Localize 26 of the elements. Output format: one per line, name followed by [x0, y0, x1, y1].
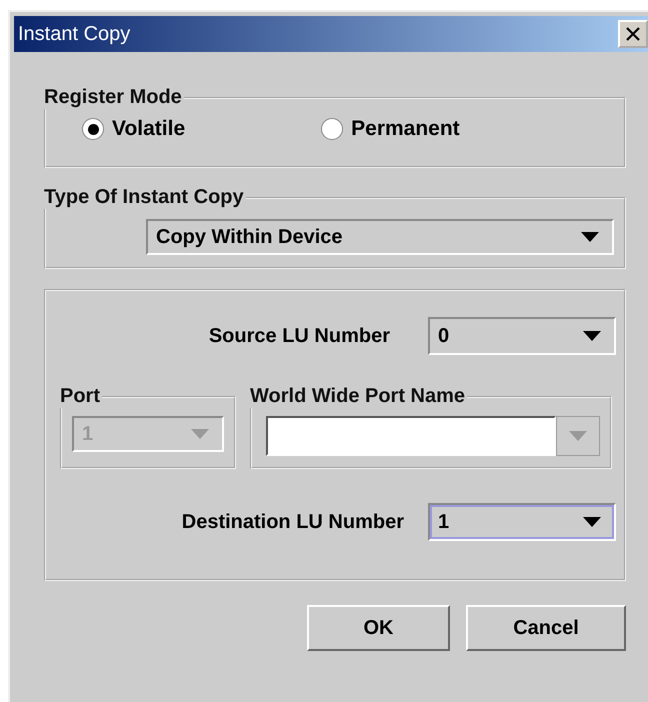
- dropdown[interactable]: Copy Within Device: [146, 219, 614, 255]
- group-label: Port: [59, 385, 101, 408]
- dropdown[interactable]: 0: [428, 317, 616, 355]
- radio-label: Volatile: [112, 117, 186, 141]
- field-label: Destination LU Number: [182, 510, 404, 534]
- radio-button[interactable]: [82, 118, 104, 140]
- radio-label: Permanent: [351, 117, 460, 141]
- radio-button[interactable]: [321, 118, 344, 140]
- dropdown-arrow-icon: [580, 231, 600, 243]
- dropdown-arrow-icon: [582, 516, 602, 528]
- close-button[interactable]: [618, 20, 648, 48]
- dialog-button[interactable]: Cancel: [466, 605, 626, 651]
- dropdown[interactable]: 1: [428, 503, 616, 541]
- dialog-button[interactable]: OK: [307, 605, 450, 651]
- dropdown-arrow-icon: [582, 330, 602, 342]
- window-title: Instant Copy: [17, 22, 130, 46]
- dropdown-value: 1: [438, 510, 450, 534]
- dropdown-value: 0: [438, 324, 450, 348]
- dropdown-arrow-icon: [190, 428, 210, 440]
- group-label: World Wide Port Name: [249, 385, 466, 408]
- close-icon: [625, 26, 641, 42]
- field-label: Source LU Number: [208, 324, 390, 348]
- group-label: Register Mode: [43, 86, 183, 109]
- dropdown-arrow-icon: [568, 430, 588, 442]
- dropdown-value: Copy Within Device: [156, 226, 343, 248]
- group-label: Type Of Instant Copy: [43, 186, 245, 209]
